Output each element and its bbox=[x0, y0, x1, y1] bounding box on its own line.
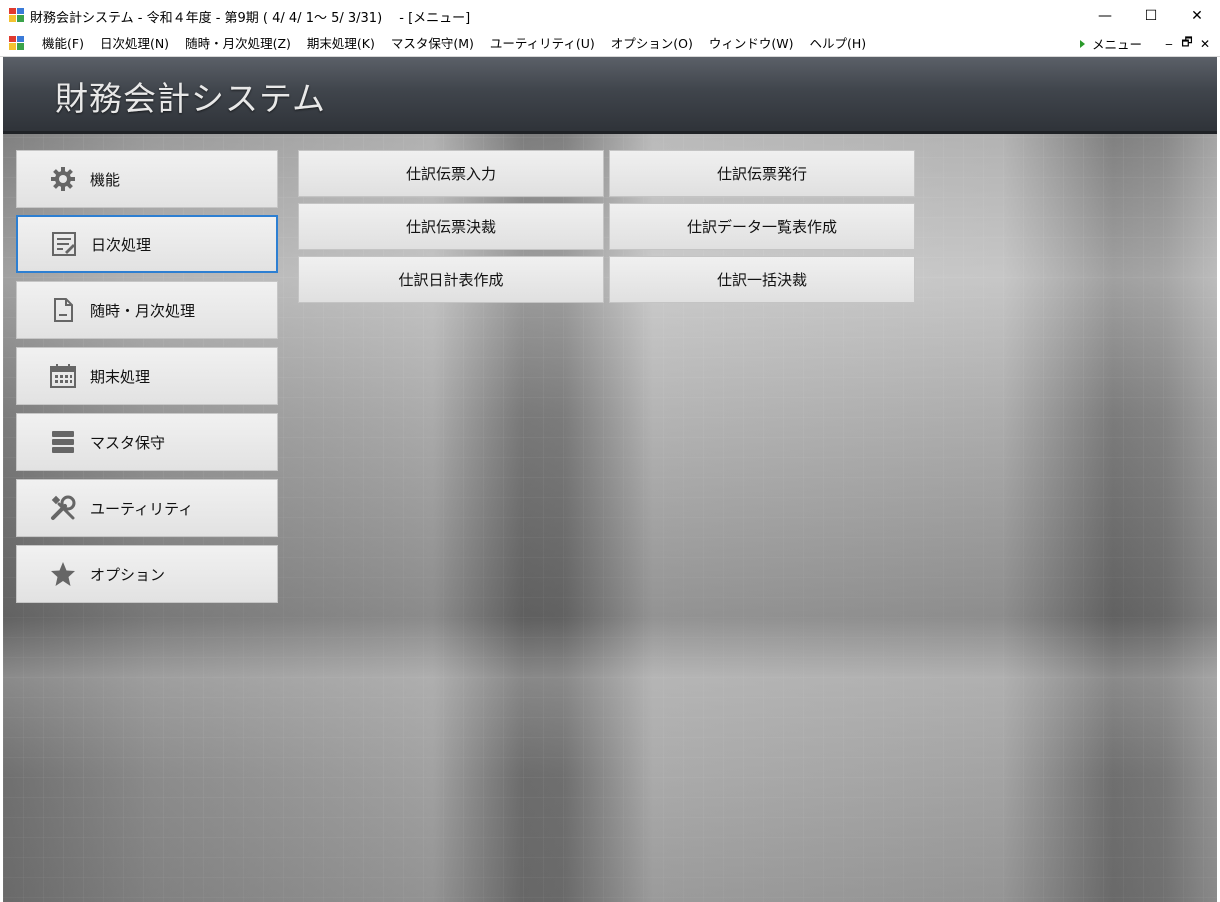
journal-issue-button[interactable]: 仕訳伝票発行 bbox=[609, 150, 915, 197]
app-icon bbox=[9, 8, 24, 22]
maximize-button[interactable]: ☐ bbox=[1128, 0, 1174, 31]
journal-approval-button[interactable]: 仕訳伝票決裁 bbox=[298, 203, 604, 250]
mdi-restore-icon[interactable]: 🗗 bbox=[1178, 33, 1196, 54]
menu-help[interactable]: ヘルプ(H) bbox=[804, 31, 873, 56]
close-icon: ✕ bbox=[1191, 7, 1203, 24]
menu-monthly[interactable]: 随時・月次処理(Z) bbox=[179, 31, 297, 56]
storage-icon bbox=[48, 427, 78, 457]
nav-label: オプション bbox=[90, 565, 166, 584]
close-button[interactable]: ✕ bbox=[1174, 0, 1220, 31]
nav-period-end[interactable]: 期末処理 bbox=[16, 347, 278, 405]
mdi-close-icon[interactable]: ✕ bbox=[1196, 37, 1214, 51]
menu-window[interactable]: ウィンドウ(W) bbox=[703, 31, 800, 56]
journal-list-button[interactable]: 仕訳データ一覧表作成 bbox=[609, 203, 915, 250]
tools-icon bbox=[48, 493, 78, 523]
nav-monthly[interactable]: 随時・月次処理 bbox=[16, 281, 278, 339]
menu-window-client: 財務会計システム 機能 日次処理 随時・月次処理 期末処理 マスタ保守 ユーティ… bbox=[3, 57, 1217, 902]
maximize-icon: ☐ bbox=[1144, 7, 1158, 24]
menu-function[interactable]: 機能(F) bbox=[36, 31, 90, 56]
menu-daily[interactable]: 日次処理(N) bbox=[94, 31, 175, 56]
mdi-minimize-icon[interactable]: ‒ bbox=[1160, 37, 1178, 51]
calendar-icon bbox=[48, 361, 78, 391]
banner-title: 財務会計システム bbox=[55, 79, 327, 118]
menu-master[interactable]: マスタ保守(M) bbox=[385, 31, 480, 56]
nav-label: 随時・月次処理 bbox=[90, 301, 196, 320]
nav-daily[interactable]: 日次処理 bbox=[16, 215, 278, 273]
active-window-label[interactable]: メニュー bbox=[1092, 34, 1142, 53]
nav-label: 日次処理 bbox=[91, 235, 152, 254]
nav-label: マスタ保守 bbox=[90, 433, 166, 452]
daily-summary-button[interactable]: 仕訳日計表作成 bbox=[298, 256, 604, 303]
play-icon bbox=[1079, 39, 1085, 48]
menu-bar: 機能(F) 日次処理(N) 随時・月次処理(Z) 期末処理(K) マスタ保守(M… bbox=[0, 31, 1220, 57]
gear-icon bbox=[48, 164, 78, 194]
menu-utility[interactable]: ユーティリティ(U) bbox=[484, 31, 601, 56]
menu-period-end[interactable]: 期末処理(K) bbox=[301, 31, 381, 56]
nav-utility[interactable]: ユーティリティ bbox=[16, 479, 278, 537]
nav-label: 期末処理 bbox=[90, 367, 151, 386]
header-banner: 財務会計システム bbox=[3, 57, 1217, 134]
nav-label: ユーティリティ bbox=[90, 499, 194, 518]
minimize-button[interactable]: — bbox=[1082, 0, 1128, 31]
journal-entry-button[interactable]: 仕訳伝票入力 bbox=[298, 150, 604, 197]
document-icon bbox=[48, 295, 78, 325]
edit-note-icon bbox=[49, 229, 79, 259]
mdi-child-icon[interactable] bbox=[9, 36, 24, 50]
nav-function[interactable]: 機能 bbox=[16, 150, 278, 208]
minimize-icon: — bbox=[1098, 7, 1112, 24]
nav-master[interactable]: マスタ保守 bbox=[16, 413, 278, 471]
menu-option[interactable]: オプション(O) bbox=[605, 31, 699, 56]
title-bar: 財務会計システム - 令和４年度 - 第9期 ( 4/ 4/ 1～ 5/ 3/3… bbox=[0, 0, 1220, 31]
star-icon bbox=[48, 559, 78, 589]
nav-label: 機能 bbox=[90, 170, 121, 189]
window-title: 財務会計システム - 令和４年度 - 第9期 ( 4/ 4/ 1～ 5/ 3/3… bbox=[30, 11, 471, 26]
nav-option[interactable]: オプション bbox=[16, 545, 278, 603]
bulk-approval-button[interactable]: 仕訳一括決裁 bbox=[609, 256, 915, 303]
